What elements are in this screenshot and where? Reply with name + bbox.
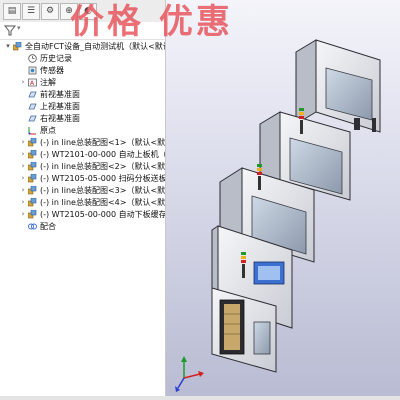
configuration-manager-tab-icon[interactable]: ⚙ — [41, 3, 59, 20]
subassembly-icon — [28, 150, 37, 159]
assembly-icon — [13, 42, 22, 51]
status-bar — [0, 396, 400, 400]
subassembly-icon — [28, 174, 37, 183]
mates-icon — [28, 223, 37, 230]
plane-icon — [28, 115, 37, 122]
history-icon — [28, 54, 37, 63]
sensor-icon — [28, 66, 37, 75]
property-manager-tab-icon[interactable]: ☰ — [22, 3, 40, 20]
graphics-viewport[interactable] — [166, 0, 400, 400]
feature-manager-panel: ▤ ☰ ⚙ ⊕ ◐ ▾ ▾ 全自动FCT设备_自动测试机（默认<默认_ 历史记录… — [0, 0, 166, 400]
chevron-down-icon[interactable]: ▾ — [17, 24, 21, 32]
axis-triad-icon — [175, 356, 204, 392]
subassembly-icon — [28, 162, 37, 171]
tree-item-label: 配合 — [40, 222, 56, 231]
plane-icon — [28, 103, 37, 110]
tree-item[interactable]: 配合 — [0, 220, 165, 233]
annotation-icon: A — [28, 78, 37, 87]
watermark-text: 价格 优惠 — [70, 2, 233, 42]
subassembly-icon — [28, 198, 37, 207]
machine-module-1[interactable] — [295, 39, 381, 133]
plane-icon — [28, 91, 37, 98]
assembly-model[interactable] — [166, 0, 400, 400]
filter-icon[interactable] — [4, 25, 16, 36]
subassembly-icon — [28, 138, 37, 147]
subassembly-icon — [28, 186, 37, 195]
origin-icon — [28, 127, 36, 135]
feature-manager-tab-icon[interactable]: ▤ — [3, 3, 21, 20]
subassembly-icon — [28, 210, 37, 219]
